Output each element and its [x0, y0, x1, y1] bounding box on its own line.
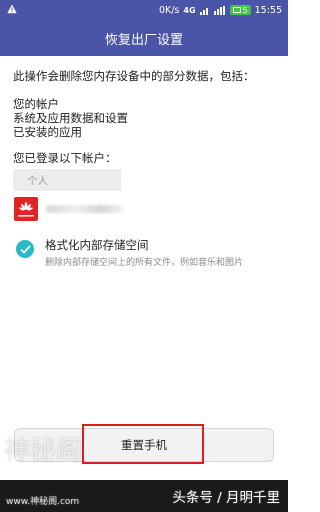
warning-icon: [7, 4, 17, 14]
format-storage-description: 删除内部存储空间上的所有文件，例如音乐和图片: [45, 258, 244, 268]
battery-indicator: 5: [229, 5, 251, 15]
account-placeholder: 个人: [27, 174, 48, 187]
title-bar: 恢复出厂设置: [0, 20, 288, 56]
watermark-left-url: www.神秘阁.com: [6, 497, 80, 507]
network-speed: 0K/s: [158, 4, 180, 16]
battery-icon: [232, 7, 241, 13]
page-title: 恢复出厂设置: [104, 32, 183, 48]
accounts-label: 您已登录以下帐户：: [13, 151, 117, 165]
watermark-right: 头条号 / 月明千里: [172, 490, 280, 506]
blurred-account-name: [46, 205, 124, 213]
intro-text: 此操作会删除您内存设备中的部分数据，包括：: [13, 69, 255, 83]
check-icon: [19, 244, 31, 254]
format-storage-checkbox[interactable]: [16, 240, 34, 258]
signal-icon: [199, 7, 208, 15]
huawei-logo-icon: [14, 197, 38, 221]
account-field: 个人: [13, 169, 121, 191]
data-item: 已安装的应用: [13, 125, 82, 139]
network-type: 4G: [183, 5, 196, 15]
watermark-left: 神秘阁: [4, 436, 83, 466]
reset-phone-label: 重置手机: [121, 438, 167, 452]
battery-level: 5: [242, 5, 248, 15]
clock: 15:55: [254, 4, 282, 16]
signal-4g-icon: [213, 5, 225, 15]
status-bar: 0K/s 4G 5 15:55: [0, 0, 288, 20]
format-storage-title[interactable]: 格式化内部存储空间: [45, 237, 149, 253]
